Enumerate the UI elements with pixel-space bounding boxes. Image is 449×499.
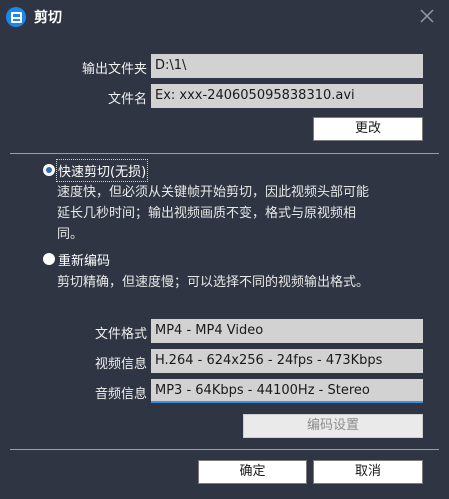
window-title: 剪切 <box>34 10 62 26</box>
fast-cut-label[interactable]: 快速剪切(无损) <box>55 159 149 182</box>
fast-cut-radio[interactable] <box>43 164 55 176</box>
audio-info-field[interactable]: MP3 - 64Kbps - 44100Hz - Stereo <box>151 379 423 403</box>
file-format-field[interactable]: MP4 - MP4 Video <box>151 319 423 343</box>
fast-cut-desc-line-1: 速度快，但必须从关键帧开始剪切，因此视频头部可能 <box>57 185 370 200</box>
divider-bottom <box>10 449 439 450</box>
fast-cut-description: 速度快，但必须从关键帧开始剪切，因此视频头部可能 延长几秒时间；输出视频画质不变… <box>57 182 427 245</box>
divider-top <box>10 153 439 154</box>
filename-field[interactable]: Ex: xxx-240605095838310.avi <box>151 84 423 108</box>
output-folder-field[interactable]: D:\1\ <box>151 54 423 78</box>
audio-info-label: 音频信息 <box>94 387 147 402</box>
app-logo-icon <box>6 7 26 27</box>
reencode-radio[interactable] <box>43 253 55 265</box>
ok-button[interactable]: 确定 <box>198 460 307 484</box>
output-folder-label: 输出文件夹 <box>81 62 147 77</box>
close-icon[interactable] <box>419 8 435 24</box>
fast-cut-desc-line-2: 延长几秒时间；输出视频画质不变，格式与原视频相 <box>57 206 357 221</box>
cancel-button[interactable]: 取消 <box>313 460 423 484</box>
encode-settings-button[interactable]: 编码设置 <box>243 414 423 438</box>
fast-cut-desc-line-3: 同。 <box>57 227 84 242</box>
video-info-label: 视频信息 <box>94 357 147 372</box>
reencode-description: 剪切精确，但速度慢；可以选择不同的视频输出格式。 <box>57 275 370 290</box>
change-button[interactable]: 更改 <box>313 117 423 141</box>
reencode-label[interactable]: 重新编码 <box>58 250 110 269</box>
title-bar: 剪切 <box>0 0 449 34</box>
filename-label: 文件名 <box>107 92 147 107</box>
file-format-label: 文件格式 <box>94 327 147 342</box>
video-info-field[interactable]: H.264 - 624x256 - 24fps - 473Kbps <box>151 349 423 373</box>
